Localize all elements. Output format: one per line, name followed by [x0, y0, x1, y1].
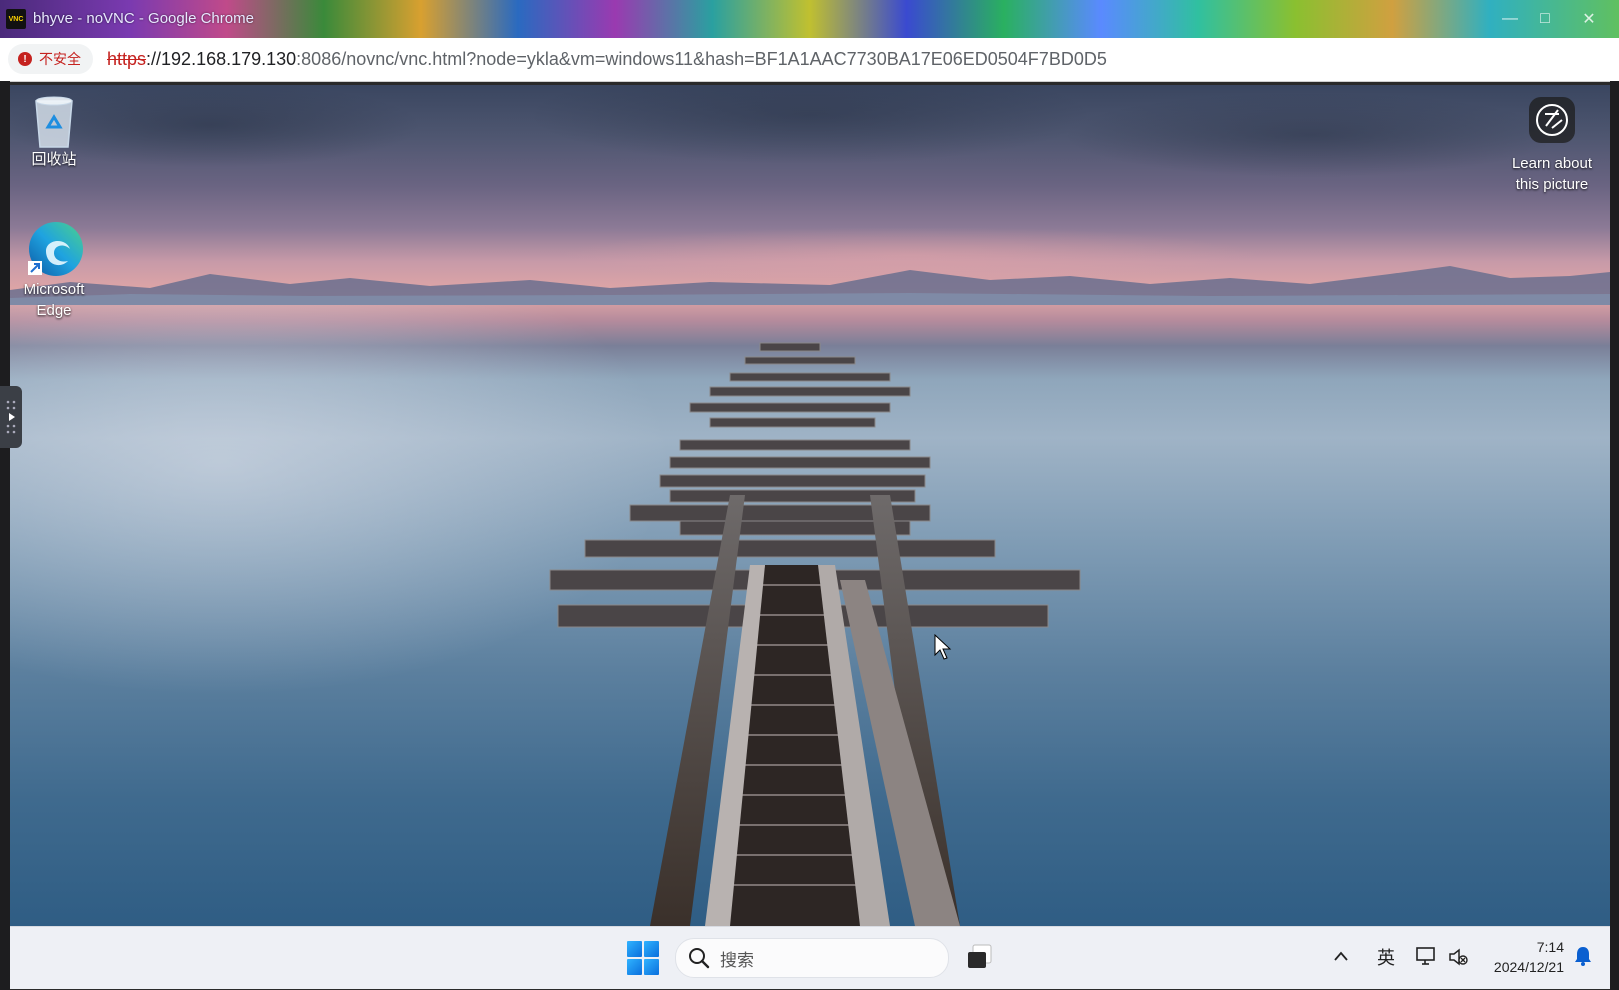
- window-frame-left: [0, 81, 10, 990]
- network-icon[interactable]: [1415, 945, 1439, 967]
- address-bar[interactable]: ! 不安全 https://192.168.179.130:8086/novnc…: [0, 38, 1619, 82]
- notification-bell-icon[interactable]: [1573, 945, 1593, 967]
- desktop-icon-recycle-bin[interactable]: 回收站: [14, 93, 94, 170]
- play-arrow-icon: [6, 400, 16, 434]
- chevron-up-icon[interactable]: [1332, 949, 1350, 963]
- recycle-bin-label: 回收站: [31, 151, 77, 168]
- windows-logo-icon: [627, 941, 642, 957]
- system-clock[interactable]: 7:14 2024/12/21: [1476, 937, 1564, 977]
- url-path: :8086/novnc/vnc.html?node=ykla&vm=window…: [296, 49, 1107, 69]
- security-label: 不安全: [39, 51, 81, 67]
- search-placeholder: 搜索: [720, 950, 754, 970]
- recycle-bin-icon: [35, 96, 73, 148]
- site-security-chip[interactable]: ! 不安全: [8, 44, 93, 74]
- task-view-icon[interactable]: [965, 942, 995, 972]
- clock-time: 7:14: [1536, 939, 1564, 955]
- learn-about-picture[interactable]: Learn about this picture: [1502, 97, 1602, 195]
- warning-icon: !: [18, 52, 32, 66]
- learn-about-line2: this picture: [1515, 176, 1589, 193]
- camera-icon: [1529, 97, 1575, 143]
- novnc-control-bar-handle[interactable]: [0, 386, 22, 448]
- close-icon[interactable]: ✕: [1576, 6, 1602, 32]
- wallpaper-pier: [549, 342, 1081, 926]
- remote-desktop[interactable]: 回收站 Microsoft Edge Learn about this pict…: [10, 85, 1610, 926]
- start-button[interactable]: [627, 941, 661, 975]
- volume-muted-icon[interactable]: [1447, 946, 1469, 968]
- browser-title-bar[interactable]: VNC bhyve - noVNC - Google Chrome — □ ✕: [0, 0, 1619, 38]
- maximize-icon[interactable]: □: [1532, 6, 1558, 32]
- learn-about-line1: Learn about: [1511, 155, 1593, 172]
- search-icon: [689, 948, 710, 969]
- minimize-icon[interactable]: —: [1497, 6, 1523, 32]
- url-host: ://192.168.179.130: [146, 49, 297, 69]
- edge-label-line1: Microsoft: [23, 281, 85, 298]
- ime-indicator[interactable]: 英: [1377, 944, 1395, 970]
- edge-label-line2: Edge: [36, 302, 72, 319]
- url-scheme: https: [107, 49, 147, 69]
- windows-taskbar: 搜索 英 7:14 2024/12/21: [10, 926, 1610, 989]
- clock-date: 2024/12/21: [1493, 959, 1564, 975]
- taskbar-search-box[interactable]: 搜索: [675, 938, 949, 978]
- desktop-icon-edge[interactable]: Microsoft Edge: [14, 219, 94, 321]
- vnc-app-icon: VNC: [6, 9, 26, 29]
- url-text[interactable]: https://192.168.179.130:8086/novnc/vnc.h…: [107, 49, 1107, 70]
- edge-icon: [28, 222, 83, 276]
- window-frame-right: [1610, 81, 1619, 990]
- window-title: bhyve - noVNC - Google Chrome: [33, 10, 254, 27]
